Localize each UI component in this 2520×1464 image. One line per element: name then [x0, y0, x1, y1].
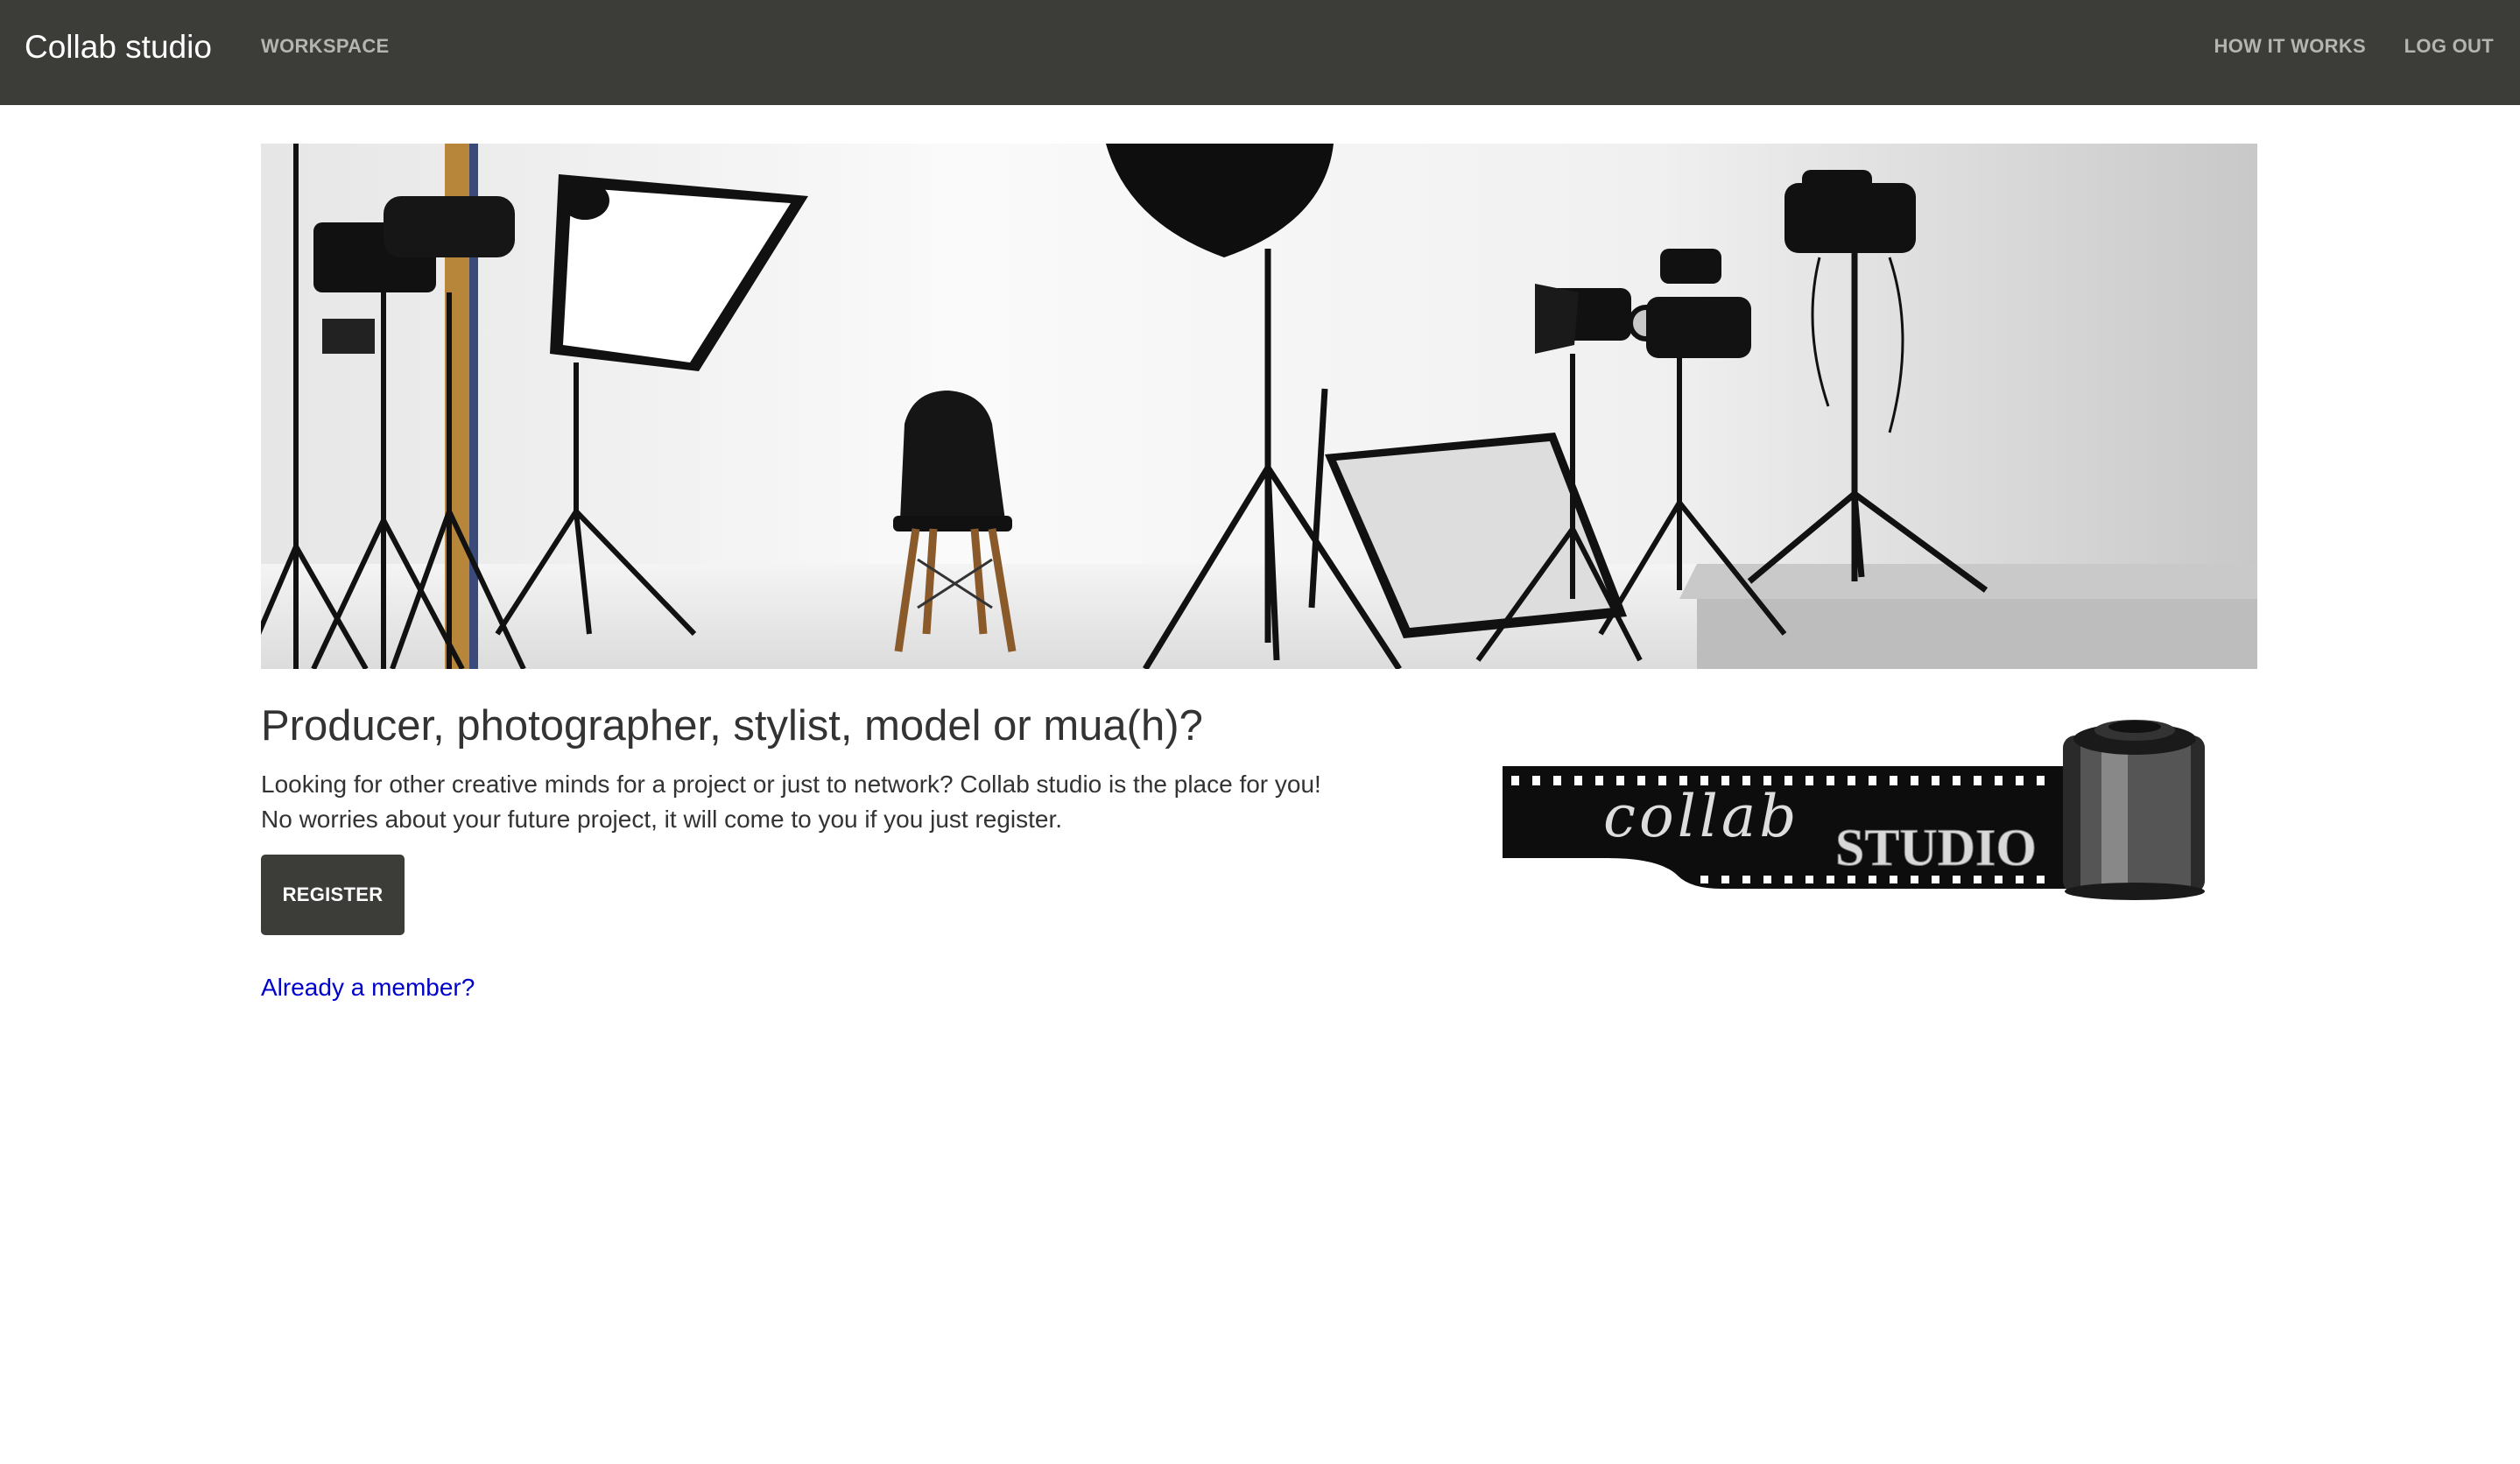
description-line-2: No worries about your future project, it…	[261, 806, 1063, 833]
already-member-link[interactable]: Already a member?	[261, 970, 475, 1005]
logo-block-text: STUDIO	[1835, 819, 2037, 876]
nav-log-out-link[interactable]: LOG OUT	[2404, 33, 2494, 60]
page-headline: Producer, photographer, stylist, model o…	[261, 702, 1203, 750]
logo-script-text: collab	[1603, 783, 1800, 850]
nav-how-it-works-link[interactable]: HOW IT WORKS	[2214, 33, 2366, 60]
collab-studio-logo: collab STUDIO	[1503, 718, 2205, 902]
nav-workspace-link[interactable]: WORKSPACE	[261, 33, 390, 60]
hero-studio-image	[261, 144, 2257, 669]
register-button[interactable]: REGISTER	[261, 855, 405, 935]
intro-description: Looking for other creative minds for a p…	[261, 767, 1321, 837]
description-line-1: Looking for other creative minds for a p…	[261, 771, 1321, 798]
top-navbar: Collab studio WORKSPACE HOW IT WORKS LOG…	[0, 0, 2520, 105]
brand-link[interactable]: Collab studio	[25, 25, 212, 70]
